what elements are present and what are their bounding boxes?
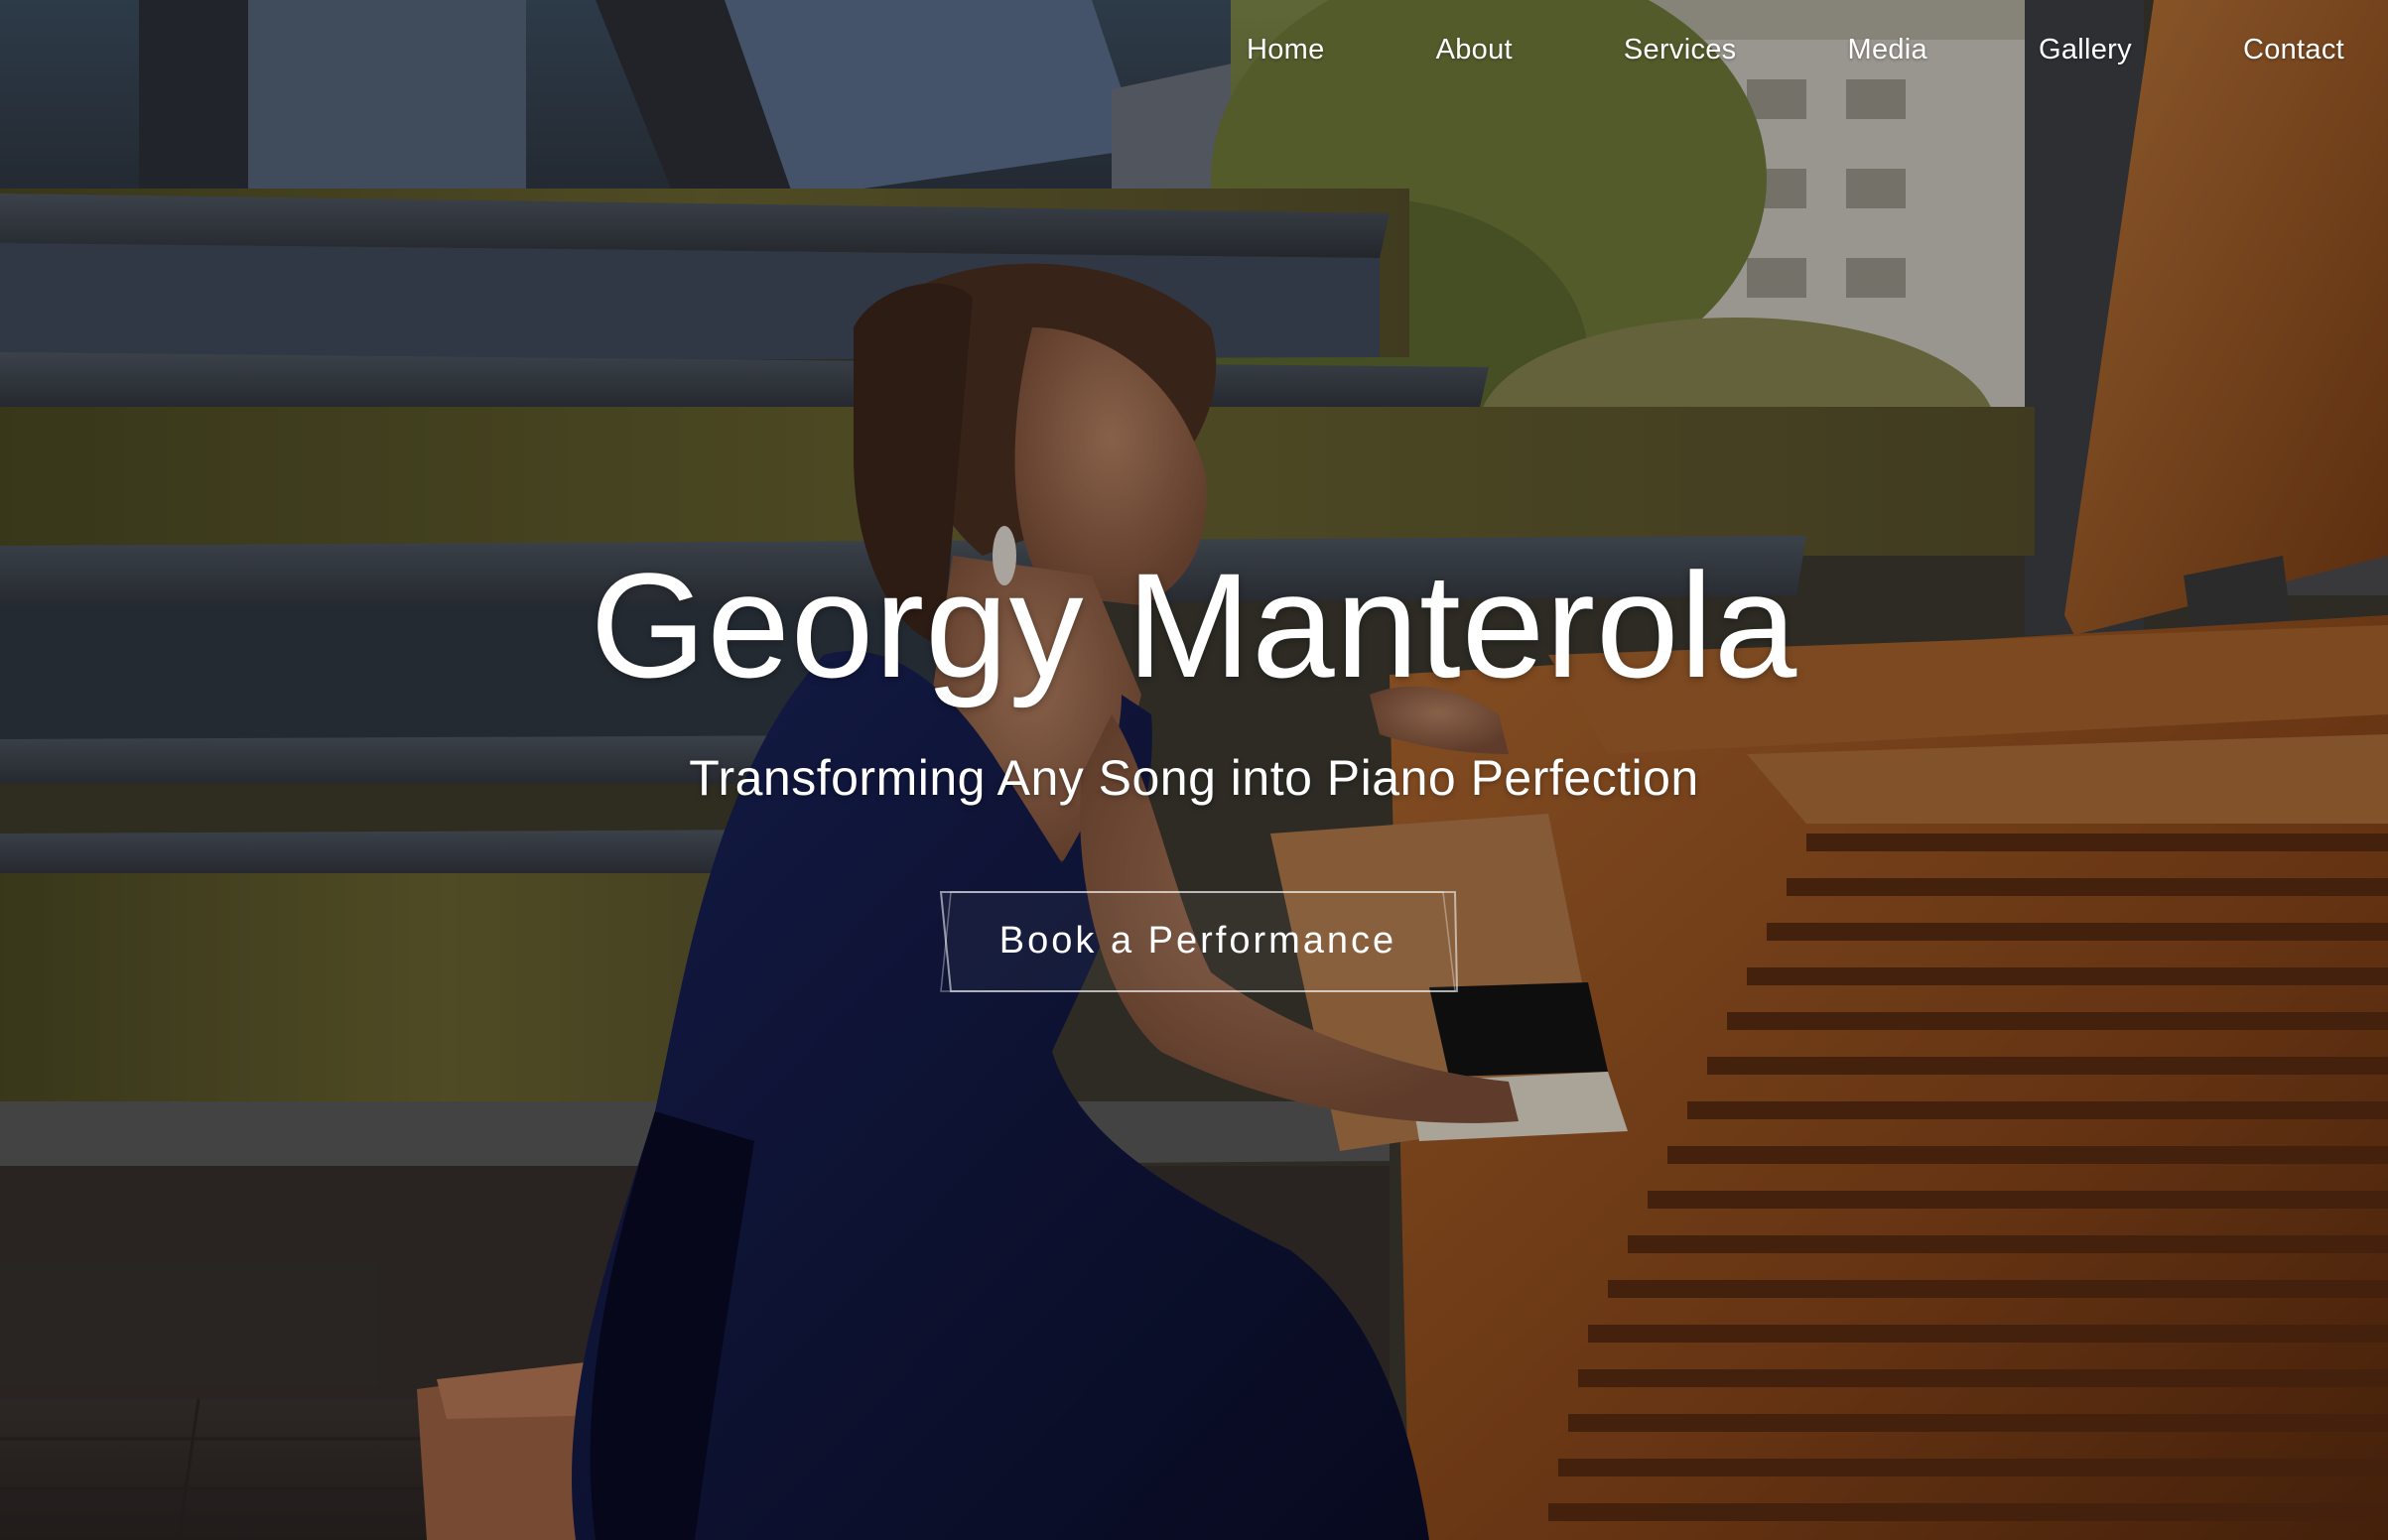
nav-contact[interactable]: Contact: [2243, 34, 2344, 66]
nav-gallery[interactable]: Gallery: [2039, 34, 2132, 66]
nav-home[interactable]: Home: [1247, 34, 1325, 66]
nav-media[interactable]: Media: [1847, 34, 1927, 66]
nav-services[interactable]: Services: [1624, 34, 1737, 66]
hero-title: Georgy Manterola: [590, 542, 1798, 708]
hero-subtitle: Transforming Any Song into Piano Perfect…: [689, 750, 1699, 806]
main-nav: Home About Services Media Gallery Contac…: [1247, 0, 2388, 99]
book-performance-button-wrap[interactable]: Book a Performance: [937, 888, 1459, 993]
book-performance-button[interactable]: Book a Performance: [937, 888, 1459, 993]
nav-about[interactable]: About: [1436, 34, 1513, 66]
hero-section: Home About Services Media Gallery Contac…: [0, 0, 2388, 1540]
